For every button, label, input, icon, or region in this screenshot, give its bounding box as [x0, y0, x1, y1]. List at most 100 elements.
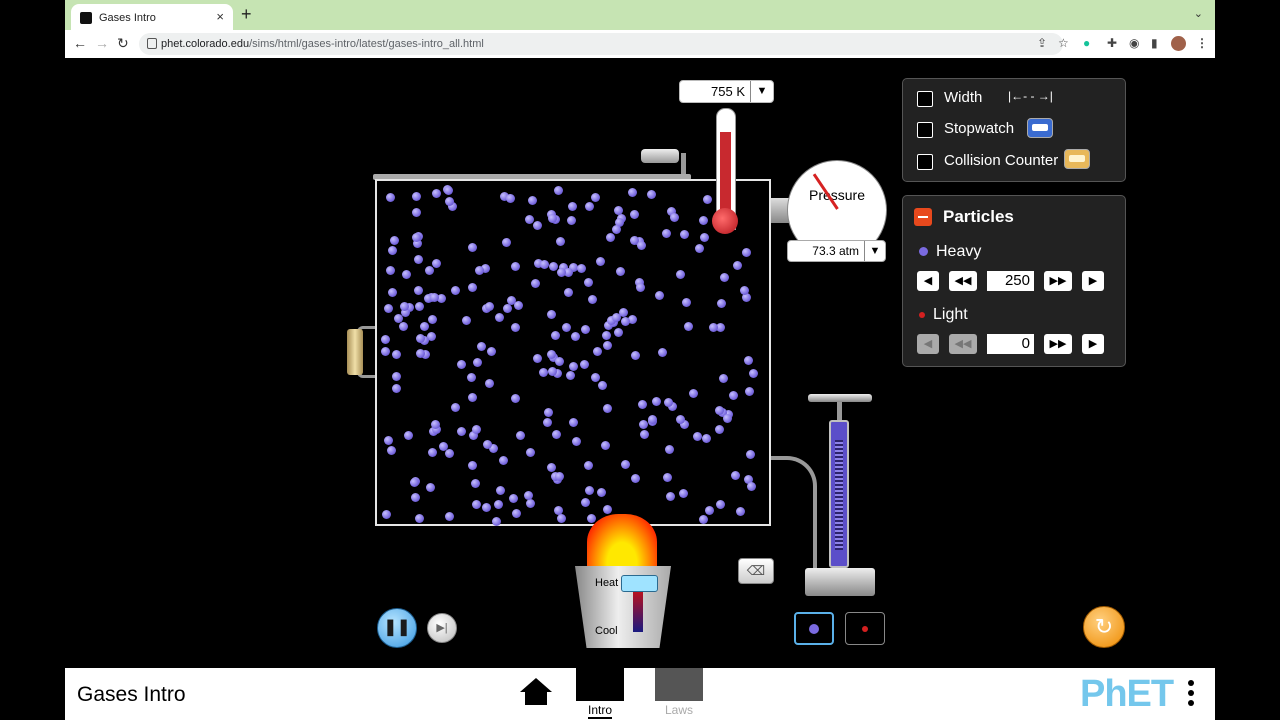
- heavy-particle: [456, 360, 466, 370]
- temperature-readout[interactable]: 755 K ▼: [679, 80, 774, 103]
- heavy-particle-icon: [919, 247, 928, 257]
- light-increment-button[interactable]: ▶: [1082, 334, 1104, 354]
- heavy-decrement-10-button[interactable]: ◀◀: [949, 271, 977, 291]
- heavy-particle: [481, 502, 491, 512]
- heavy-particle: [638, 399, 648, 409]
- star-icon[interactable]: ☆: [1058, 36, 1069, 50]
- heavy-particle: [496, 486, 506, 496]
- thermometer-bulb: [712, 208, 738, 234]
- lid-handle[interactable]: [641, 149, 679, 163]
- reset-all-button[interactable]: ↻: [1083, 606, 1125, 648]
- extension-icon[interactable]: ✚: [1107, 36, 1117, 50]
- heat-cool-slider-track[interactable]: [633, 586, 643, 632]
- heavy-particle: [525, 447, 535, 457]
- reload-button[interactable]: ↻: [117, 35, 129, 52]
- light-pump-selector[interactable]: [845, 612, 885, 645]
- pressure-readout[interactable]: 73.3 atm ▼: [787, 240, 886, 262]
- heavy-particle: [414, 302, 424, 312]
- new-tab-button[interactable]: +: [241, 4, 252, 25]
- container-width-handle[interactable]: [347, 329, 363, 375]
- pump-handle[interactable]: [808, 394, 872, 402]
- eraser-icon: ⌫: [746, 563, 766, 578]
- heavy-particle: [719, 272, 729, 282]
- heavy-particle: [387, 245, 397, 255]
- screen-laws-button[interactable]: Laws: [654, 668, 704, 717]
- tab-search-icon[interactable]: ⌄: [1194, 7, 1203, 20]
- heavy-particle: [714, 424, 724, 434]
- phet-menu-button[interactable]: [1188, 680, 1194, 712]
- heavy-particle: [502, 237, 512, 247]
- tab-close-icon[interactable]: ×: [216, 9, 224, 24]
- heavy-particle: [391, 349, 401, 359]
- back-button[interactable]: ←: [73, 35, 87, 51]
- heavy-pump-selector[interactable]: [794, 612, 834, 645]
- heavy-particle: [636, 240, 646, 250]
- chevron-down-icon[interactable]: ▼: [864, 241, 885, 261]
- heavy-particle: [505, 194, 515, 204]
- heavy-label: Heavy: [936, 243, 982, 260]
- heavy-particle: [400, 301, 410, 311]
- heavy-particle: [592, 346, 602, 356]
- light-decrement-button[interactable]: ◀: [917, 334, 939, 354]
- avatar[interactable]: [1171, 36, 1186, 51]
- screen-intro-button[interactable]: Intro: [575, 668, 625, 719]
- heavy-particle: [655, 291, 664, 301]
- heavy-particle: [699, 515, 709, 525]
- share-icon[interactable]: ⇪: [1037, 36, 1047, 50]
- heavy-particle: [629, 210, 639, 220]
- media-icon[interactable]: ◉: [1129, 36, 1139, 50]
- temperature-value: 755 K: [711, 84, 745, 99]
- light-decrement-10-button[interactable]: ◀◀: [949, 334, 977, 354]
- sidebar-icon[interactable]: ▮: [1151, 36, 1158, 50]
- eraser-button[interactable]: ⌫: [738, 558, 774, 584]
- stopwatch-checkbox[interactable]: [917, 122, 933, 138]
- heavy-particle: [445, 449, 455, 459]
- lock-icon[interactable]: [147, 38, 157, 49]
- heavy-particle: [746, 450, 756, 460]
- width-checkbox[interactable]: [917, 91, 933, 107]
- home-button[interactable]: [520, 678, 552, 706]
- heavy-particle: [457, 426, 467, 436]
- heavy-particle: [577, 264, 587, 274]
- light-species-label: Light: [919, 306, 968, 324]
- heavy-particle: [702, 194, 712, 204]
- collision-counter-checkbox[interactable]: [917, 154, 933, 170]
- heavy-particle: [716, 499, 726, 509]
- heavy-particle: [511, 323, 521, 333]
- heavy-particle: [467, 393, 477, 403]
- play-pause-button[interactable]: ❚❚: [377, 608, 417, 648]
- grammarly-icon[interactable]: ●: [1083, 36, 1090, 50]
- heavy-particle: [532, 354, 542, 364]
- heavy-particle: [728, 390, 738, 400]
- collapse-panel-button[interactable]: [914, 208, 932, 226]
- heavy-particle: [382, 509, 392, 519]
- heavy-particle: [414, 286, 424, 296]
- heavy-decrement-button[interactable]: ◀: [917, 271, 939, 291]
- pump-body: [829, 420, 849, 568]
- heavy-particle: [716, 299, 726, 309]
- laws-screen-icon: [655, 668, 703, 701]
- heavy-particle: [580, 360, 590, 370]
- heavy-increment-button[interactable]: ▶: [1082, 271, 1104, 291]
- heavy-particle: [566, 371, 576, 381]
- step-button[interactable]: ▶|: [427, 613, 457, 643]
- screen: Gases Intro × + ⌄ ← → ↻ phet.colorado.ed…: [65, 0, 1215, 720]
- heavy-increment-10-button[interactable]: ▶▶: [1044, 271, 1072, 291]
- heavy-particle: [428, 448, 438, 458]
- menu-icon[interactable]: ⋮: [1196, 36, 1208, 50]
- heavy-particle: [616, 267, 626, 277]
- heat-cool-slider-thumb[interactable]: [621, 575, 658, 592]
- heavy-particle: [426, 483, 436, 493]
- heavy-particle: [403, 431, 413, 441]
- forward-button[interactable]: →: [95, 35, 109, 51]
- heavy-particle: [471, 499, 481, 509]
- heavy-particle: [503, 303, 513, 313]
- browser-tab[interactable]: Gases Intro ×: [71, 4, 233, 30]
- light-increment-10-button[interactable]: ▶▶: [1044, 334, 1072, 354]
- chevron-down-icon[interactable]: ▼: [750, 81, 773, 102]
- heavy-particle: [381, 334, 390, 344]
- heavy-particle: [596, 488, 606, 498]
- address-bar[interactable]: phet.colorado.edu/sims/html/gases-intro/…: [139, 33, 1063, 55]
- heavy-particle: [652, 397, 661, 407]
- light-count-value: 0: [987, 334, 1034, 354]
